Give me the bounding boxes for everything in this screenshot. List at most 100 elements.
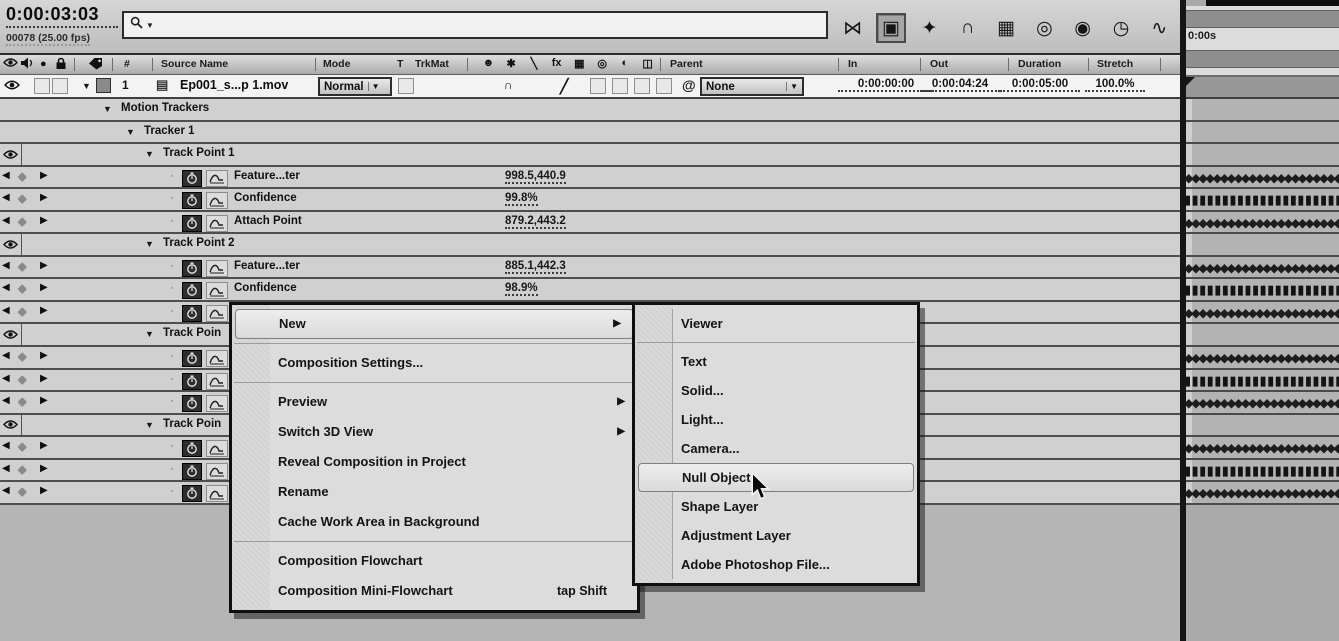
keyframe-lane[interactable] bbox=[1186, 324, 1339, 348]
stopwatch-icon[interactable] bbox=[182, 304, 202, 322]
timeline-row[interactable]: ▼ Confidence ◀ ◆ ▶ · Confidence 99.8% bbox=[0, 189, 1180, 212]
graph-icon[interactable] bbox=[206, 214, 228, 232]
submenu-item[interactable]: Adjustment Layer ▶ bbox=[635, 521, 917, 550]
add-keyframe-icon[interactable]: ◆ bbox=[18, 260, 26, 273]
trkmat-toggle[interactable] bbox=[398, 78, 414, 94]
submenu-item[interactable]: Shape Layer ▶ bbox=[635, 492, 917, 521]
graph-icon[interactable] bbox=[206, 192, 228, 210]
prev-keyframe-icon[interactable]: ◀ bbox=[2, 395, 10, 406]
motion-blur-toggle[interactable] bbox=[612, 78, 628, 94]
submenu-item[interactable]: Solid... ▶ bbox=[635, 376, 917, 405]
layer-duration-bar[interactable] bbox=[1186, 75, 1339, 99]
next-keyframe-icon[interactable]: ▶ bbox=[40, 215, 48, 226]
layer-row[interactable]: ▼ 1 ▤ Ep001_s...p 1.mov Normal ▼ ∩ ╱ @ No… bbox=[0, 75, 1180, 99]
time-ruler[interactable]: 0:00s bbox=[1186, 6, 1339, 75]
menu-item[interactable]: Reveal Composition in Project ▶ bbox=[232, 447, 637, 477]
timeline-row[interactable]: ▼ Feature...ter ◀ ◆ ▶ · Feature...ter 99… bbox=[0, 166, 1180, 190]
auto-keyframe-icon[interactable]: ◷ bbox=[1106, 13, 1135, 43]
prev-keyframe-icon[interactable]: ◀ bbox=[2, 192, 10, 203]
stopwatch-icon[interactable] bbox=[182, 395, 202, 413]
search-box[interactable]: ▼ bbox=[122, 11, 828, 39]
shy-icon[interactable]: ∩ bbox=[953, 13, 982, 43]
prev-keyframe-icon[interactable]: ◀ bbox=[2, 170, 10, 181]
eye-icon[interactable] bbox=[0, 234, 22, 255]
menu-item[interactable]: Cache Work Area in Background ▶ bbox=[232, 507, 637, 537]
property-label[interactable]: Attach Point bbox=[234, 215, 302, 227]
next-keyframe-icon[interactable]: ▶ bbox=[40, 440, 48, 451]
disclosure-triangle[interactable]: ▼ bbox=[145, 329, 154, 339]
disclosure-triangle[interactable]: ▼ bbox=[145, 420, 154, 430]
adjustment-toggle[interactable] bbox=[634, 78, 650, 94]
prev-keyframe-icon[interactable]: ◀ bbox=[2, 260, 10, 271]
layer-duration-value[interactable]: 0:00:05:00 bbox=[1000, 78, 1080, 92]
menu-item[interactable]: Composition Flowchart ▶ bbox=[232, 546, 637, 576]
prev-keyframe-icon[interactable]: ◀ bbox=[2, 373, 10, 384]
graph-icon[interactable] bbox=[206, 304, 228, 322]
menu-item[interactable]: Switch 3D View ▶ bbox=[232, 417, 637, 447]
stopwatch-icon[interactable] bbox=[182, 372, 202, 390]
layer-stretch-value[interactable]: 100.0% bbox=[1085, 78, 1145, 92]
layer-disclosure-triangle[interactable]: ▼ bbox=[82, 81, 91, 91]
submenu-item[interactable]: ▶ bbox=[635, 338, 917, 347]
keyframe-lane[interactable] bbox=[1186, 211, 1339, 235]
disclosure-triangle[interactable]: ▼ bbox=[103, 104, 112, 114]
draft-3d-icon[interactable]: ✦ bbox=[915, 13, 944, 43]
live-update-icon[interactable]: ▣ bbox=[876, 13, 906, 43]
stopwatch-icon[interactable] bbox=[182, 485, 202, 503]
next-keyframe-icon[interactable]: ▶ bbox=[40, 170, 48, 181]
property-label[interactable]: Confidence bbox=[234, 282, 297, 294]
property-value[interactable]: 879.2,443.2 bbox=[505, 215, 566, 229]
layer-out-value[interactable]: 0:00:04:24 bbox=[920, 78, 1000, 92]
keyframe-lane[interactable] bbox=[1186, 189, 1339, 212]
search-input[interactable] bbox=[153, 18, 826, 32]
graph-icon[interactable] bbox=[206, 372, 228, 390]
current-timecode[interactable]: 0:00:03:03 bbox=[6, 4, 118, 28]
audio-toggle[interactable] bbox=[34, 78, 50, 94]
add-keyframe-icon[interactable]: ◆ bbox=[18, 395, 26, 408]
prev-keyframe-icon[interactable]: ◀ bbox=[2, 282, 10, 293]
submenu-item[interactable]: Light... ▶ bbox=[635, 405, 917, 434]
frame-blend-toggle[interactable] bbox=[590, 78, 606, 94]
next-keyframe-icon[interactable]: ▶ bbox=[40, 192, 48, 203]
menu-item[interactable]: Rename ▶ bbox=[232, 477, 637, 507]
keyframe-lane[interactable] bbox=[1186, 459, 1339, 483]
stopwatch-icon[interactable] bbox=[182, 350, 202, 368]
next-keyframe-icon[interactable]: ▶ bbox=[40, 373, 48, 384]
label-color-swatch[interactable] bbox=[96, 78, 111, 93]
menu-item[interactable]: ▶ bbox=[232, 537, 637, 546]
timeline-row[interactable]: ▼ Track Point 2 ◀ ◆ ▶ · Track Point 2 bbox=[0, 234, 1180, 257]
eye-icon[interactable] bbox=[0, 414, 22, 436]
timeline-row[interactable]: ▼ Tracker 1 ◀ ◆ ▶ · Tracker 1 bbox=[0, 121, 1180, 145]
next-keyframe-icon[interactable]: ▶ bbox=[40, 260, 48, 271]
prev-keyframe-icon[interactable]: ◀ bbox=[2, 305, 10, 316]
stopwatch-icon[interactable] bbox=[182, 259, 202, 277]
keyframe-lane[interactable] bbox=[1186, 121, 1339, 145]
graph-icon[interactable] bbox=[206, 462, 228, 480]
submenu-item[interactable]: Camera... ▶ bbox=[635, 434, 917, 463]
graph-icon[interactable] bbox=[206, 440, 228, 458]
graph-icon[interactable] bbox=[206, 485, 228, 503]
graph-icon[interactable] bbox=[206, 282, 228, 300]
stopwatch-icon[interactable] bbox=[182, 462, 202, 480]
menu-item[interactable]: Composition Settings... ▶ bbox=[232, 348, 637, 378]
layer-eye-icon[interactable] bbox=[4, 78, 20, 96]
prev-keyframe-icon[interactable]: ◀ bbox=[2, 215, 10, 226]
quality-toggle[interactable]: ╱ bbox=[560, 78, 568, 95]
timeline-row[interactable]: ▼ Track Point 1 ◀ ◆ ▶ · Track Point 1 bbox=[0, 144, 1180, 167]
graph-icon[interactable] bbox=[206, 350, 228, 368]
parent-dropdown[interactable]: None ▼ bbox=[700, 77, 804, 96]
search-options-arrow-icon[interactable]: ▼ bbox=[146, 21, 154, 30]
timeline-row[interactable]: ▼ Motion Trackers ◀ ◆ ▶ · Motion Tracker… bbox=[0, 99, 1180, 122]
stopwatch-icon[interactable] bbox=[182, 440, 202, 458]
solo-toggle[interactable] bbox=[52, 78, 68, 94]
stopwatch-icon[interactable] bbox=[182, 169, 202, 187]
keyframe-lane[interactable] bbox=[1186, 369, 1339, 393]
add-keyframe-icon[interactable]: ◆ bbox=[18, 282, 26, 295]
next-keyframe-icon[interactable]: ▶ bbox=[40, 305, 48, 316]
submenu-item[interactable]: Null Object ▶ bbox=[638, 463, 914, 492]
property-label[interactable]: Confidence bbox=[234, 192, 297, 204]
add-keyframe-icon[interactable]: ◆ bbox=[18, 215, 26, 228]
property-label[interactable]: Feature...ter bbox=[234, 260, 300, 272]
menu-item[interactable]: Preview ▶ bbox=[232, 387, 637, 417]
shy-toggle[interactable]: ∩ bbox=[504, 78, 513, 92]
